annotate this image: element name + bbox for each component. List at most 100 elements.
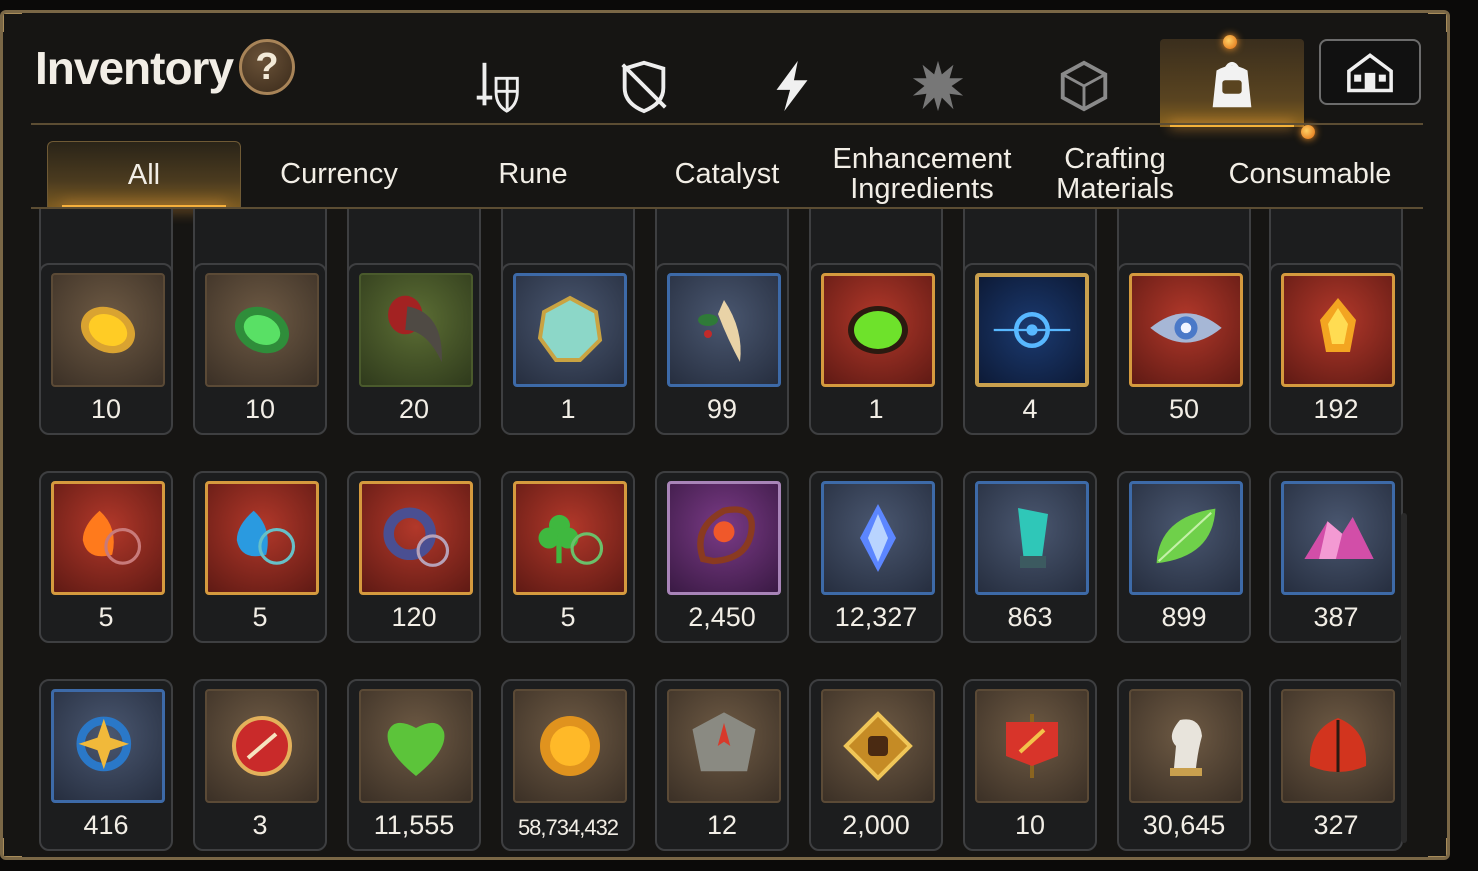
inventory-slot[interactable]: 5 <box>193 471 327 643</box>
item-count: 12,327 <box>834 602 918 632</box>
amber-stone-icon <box>51 273 165 387</box>
item-count: 120 <box>391 602 437 632</box>
inventory-slot[interactable]: 863 <box>963 471 1097 643</box>
ring-amulet-icon <box>359 481 473 595</box>
guild-hall-button[interactable] <box>1319 39 1421 105</box>
blue-crystal-icon <box>821 481 935 595</box>
item-count: 11,555 <box>373 810 455 840</box>
broken-shield-icon[interactable] <box>609 51 679 121</box>
lightning-icon[interactable] <box>757 51 827 121</box>
tab-rune[interactable]: Rune <box>443 141 623 207</box>
filter-tabs: All Currency Rune Catalyst Enhancement I… <box>3 141 1447 209</box>
inventory-slot[interactable]: 1 <box>809 263 943 435</box>
frame-corner <box>3 13 22 32</box>
prism-gem-icon <box>513 273 627 387</box>
page-title: Inventory <box>35 42 234 94</box>
item-count: 58,734,432 <box>517 815 619 840</box>
inventory-slot[interactable]: 20 <box>347 263 481 435</box>
inventory-slot[interactable]: 10 <box>39 263 173 435</box>
star-amulet-icon <box>51 689 165 803</box>
inventory-slot[interactable]: 192 <box>1269 263 1403 435</box>
inventory-slot[interactable]: 416 <box>39 679 173 851</box>
inventory-slot[interactable]: 3 <box>193 679 327 851</box>
inventory-slot[interactable]: 387 <box>1269 471 1403 643</box>
inventory-panel: Inventory ? All Currency Rune Catalyst E… <box>0 10 1450 860</box>
inventory-slot[interactable]: 1 <box>501 263 635 435</box>
item-count: 192 <box>1313 394 1359 424</box>
item-count: 4 <box>1022 394 1038 424</box>
inventory-slot[interactable]: 10 <box>193 263 327 435</box>
root-herb-icon <box>667 273 781 387</box>
notification-dot <box>1223 35 1237 49</box>
compass-stone-icon <box>667 689 781 803</box>
flower-ring-icon <box>667 481 781 595</box>
equipment-icon[interactable] <box>463 51 533 121</box>
cube-icon[interactable] <box>1049 51 1119 121</box>
item-count: 99 <box>706 394 738 424</box>
item-count: 327 <box>1313 810 1359 840</box>
item-count: 2,000 <box>842 810 910 840</box>
blue-portal-icon <box>975 273 1089 387</box>
tab-currency[interactable]: Currency <box>249 141 429 207</box>
inventory-slot[interactable]: 2,450 <box>655 471 789 643</box>
tab-catalyst[interactable]: Catalyst <box>637 141 817 207</box>
item-count: 10 <box>1014 810 1046 840</box>
inventory-slot[interactable]: 327 <box>1269 679 1403 851</box>
item-count: 1 <box>560 394 576 424</box>
item-count: 10 <box>90 394 122 424</box>
inventory-slot[interactable]: 899 <box>1117 471 1251 643</box>
green-rune-stone-icon <box>205 273 319 387</box>
inventory-grid: 10 10 20 1 99 1 4 50 192 5 5 120 5 2,450… <box>3 209 1447 857</box>
item-count: 10 <box>244 394 276 424</box>
water-amulet-icon <box>205 481 319 595</box>
item-count: 387 <box>1313 602 1359 632</box>
seal-badge-icon <box>205 689 319 803</box>
fist-emblem-icon <box>821 689 935 803</box>
war-banner-icon <box>975 689 1089 803</box>
inventory-slot[interactable]: 12 <box>655 679 789 851</box>
inventory-slot[interactable]: 50 <box>1117 263 1251 435</box>
item-count: 20 <box>398 394 430 424</box>
item-count: 2,450 <box>688 602 756 632</box>
divider <box>31 123 1423 125</box>
guild-hall-icon <box>1347 53 1393 93</box>
inventory-slot[interactable]: 120 <box>347 471 481 643</box>
fire-amulet-icon <box>51 481 165 595</box>
item-count: 5 <box>252 602 268 632</box>
backpack-icon[interactable] <box>1197 51 1267 121</box>
item-count: 5 <box>560 602 576 632</box>
item-count: 3 <box>252 810 268 840</box>
item-count: 416 <box>83 810 129 840</box>
pink-ore-icon <box>1281 481 1395 595</box>
teal-crystal-icon <box>975 481 1089 595</box>
inventory-slot[interactable]: 5 <box>39 471 173 643</box>
inventory-slot[interactable]: 30,645 <box>1117 679 1251 851</box>
eye-crest-icon <box>1129 273 1243 387</box>
item-count: 899 <box>1161 602 1207 632</box>
item-count: 50 <box>1168 394 1200 424</box>
notification-dot <box>1301 125 1315 139</box>
item-count: 5 <box>98 602 114 632</box>
tab-all[interactable]: All <box>47 141 241 209</box>
tab-consumable[interactable]: Consumable <box>1213 141 1407 207</box>
inventory-slot[interactable]: 11,555 <box>347 679 481 851</box>
item-count: 1 <box>868 394 884 424</box>
item-count: 30,645 <box>1142 810 1226 840</box>
scrollbar[interactable] <box>1401 513 1407 843</box>
inventory-slot[interactable]: 2,000 <box>809 679 943 851</box>
flame-crystal-icon <box>1281 273 1395 387</box>
inventory-slot[interactable]: 10 <box>963 679 1097 851</box>
gold-coin-icon <box>513 689 627 803</box>
splatter-icon[interactable] <box>903 51 973 121</box>
inventory-slot[interactable]: 58,734,432 <box>501 679 635 851</box>
item-count: 12 <box>706 810 738 840</box>
inventory-slot[interactable]: 5 <box>501 471 635 643</box>
tab-crafting-materials[interactable]: Crafting Materials <box>1025 141 1205 207</box>
frame-corner <box>1428 13 1447 32</box>
inventory-slot[interactable]: 4 <box>963 263 1097 435</box>
tab-enhancement-ingredients[interactable]: Enhancement Ingredients <box>829 141 1015 207</box>
inventory-slot[interactable]: 12,327 <box>809 471 943 643</box>
inventory-slot[interactable]: 99 <box>655 263 789 435</box>
help-button[interactable]: ? <box>239 39 295 95</box>
item-count: 863 <box>1007 602 1053 632</box>
